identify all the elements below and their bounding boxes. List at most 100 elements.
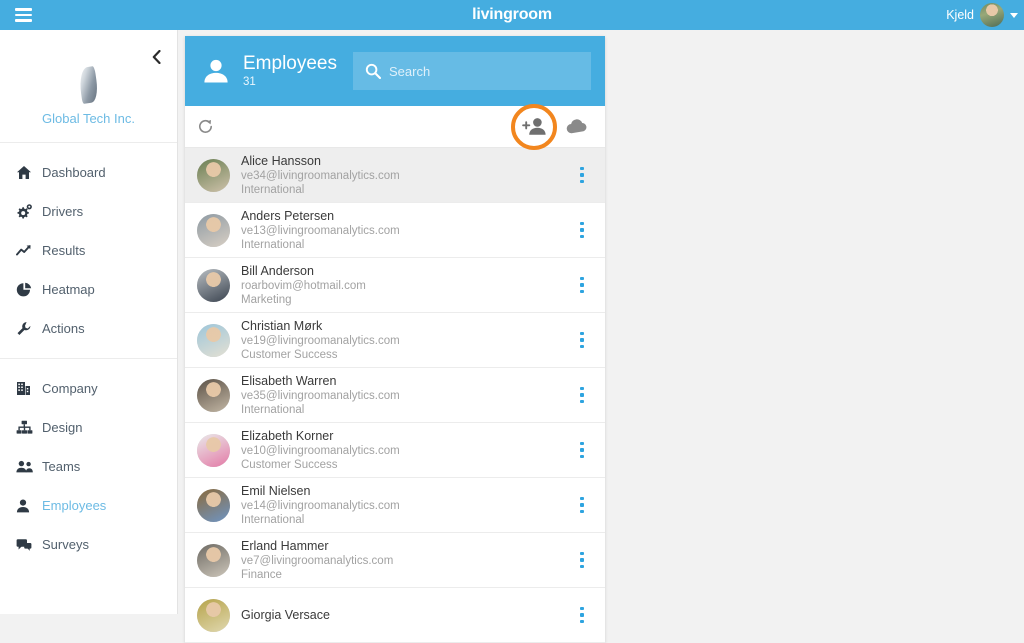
sidebar-item-dashboard[interactable]: Dashboard <box>0 153 177 192</box>
employee-department: Customer Success <box>241 348 338 361</box>
people-icon <box>16 460 42 473</box>
more-vertical-icon[interactable] <box>573 382 591 408</box>
sidebar-item-heatmap[interactable]: Heatmap <box>0 270 177 309</box>
employee-info: Elizabeth Korner ve10@livingroomanalytics… <box>241 429 573 472</box>
sidebar-item-label: Employees <box>42 498 107 513</box>
more-vertical-icon[interactable] <box>573 492 591 518</box>
sidebar-item-actions[interactable]: Actions <box>0 309 177 348</box>
table-row[interactable]: Elizabeth Korner ve10@livingroomanalytics… <box>185 423 605 478</box>
top-bar: livingroom Kjeld <box>0 0 1024 30</box>
building-icon <box>16 381 42 396</box>
employee-name: Giorgia Versace <box>241 607 330 622</box>
org-block: Global Tech Inc. <box>0 30 177 143</box>
chevron-down-icon[interactable] <box>1010 12 1018 18</box>
sidebar-item-surveys[interactable]: Surveys <box>0 525 177 564</box>
sidebar-item-teams[interactable]: Teams <box>0 447 177 486</box>
employee-name: Elisabeth Warren <box>241 373 337 388</box>
dot <box>580 276 584 281</box>
pie-chart-icon <box>16 282 42 298</box>
search-input[interactable]: Search <box>353 52 591 90</box>
sidebar-item-drivers[interactable]: Drivers <box>0 192 177 231</box>
employee-name: Erland Hammer <box>241 538 329 553</box>
dot <box>580 564 584 569</box>
sidebar-item-employees[interactable]: Employees <box>0 486 177 525</box>
more-vertical-icon[interactable] <box>573 217 591 243</box>
dot <box>580 283 584 287</box>
avatar <box>197 323 230 357</box>
user-menu[interactable]: Kjeld <box>946 0 1018 30</box>
avatar <box>197 268 230 302</box>
sidebar-item-label: Results <box>42 243 86 258</box>
more-vertical-icon[interactable] <box>573 437 591 463</box>
sidebar-item-label: Surveys <box>42 537 89 552</box>
avatar <box>197 598 230 632</box>
dot <box>580 393 584 397</box>
dot <box>580 441 584 446</box>
chevron-left-icon[interactable] <box>147 48 165 66</box>
employee-email: ve10@livingroomanalytics.com <box>241 444 400 457</box>
dot <box>580 344 584 349</box>
sidebar-item-results[interactable]: Results <box>0 231 177 270</box>
hamburger-line <box>14 8 32 11</box>
sidebar-item-company[interactable]: Company <box>0 369 177 408</box>
table-row[interactable]: Alice Hansson ve34@livingroomanalytics.co… <box>185 148 605 203</box>
dot <box>580 619 584 624</box>
avatar-image <box>197 433 230 467</box>
dot <box>580 234 584 239</box>
dot <box>580 228 584 232</box>
sidebar: Global Tech Inc. Dashboard Drivers Resul… <box>0 30 178 614</box>
table-row[interactable]: Elisabeth Warren ve35@livingroomanalytics… <box>185 368 605 423</box>
toolbar-left <box>197 118 214 135</box>
more-vertical-icon[interactable] <box>573 327 591 353</box>
person-icon <box>201 56 231 86</box>
employee-name: Bill Anderson <box>241 263 314 278</box>
sidebar-item-label: Design <box>42 420 83 435</box>
dot <box>580 503 584 507</box>
employee-email: roarbovim@hotmail.com <box>241 279 366 292</box>
dot <box>580 166 584 171</box>
sidebar-item-label: Heatmap <box>42 282 95 297</box>
more-vertical-icon[interactable] <box>573 272 591 298</box>
dot <box>580 551 584 556</box>
avatar-image <box>197 598 230 632</box>
dot <box>580 399 584 404</box>
toolbar-right <box>511 103 589 150</box>
more-vertical-icon[interactable] <box>573 602 591 628</box>
dot <box>580 496 584 501</box>
search-placeholder: Search <box>389 63 431 79</box>
dot <box>580 338 584 342</box>
refresh-icon[interactable] <box>197 118 214 135</box>
avatar <box>980 3 1004 27</box>
dot <box>580 289 584 294</box>
table-row[interactable]: Emil Nielsen ve14@livingroomanalytics.com… <box>185 478 605 533</box>
avatar <box>197 433 230 467</box>
wrench-icon <box>16 321 42 337</box>
avatar-image <box>197 543 230 577</box>
home-icon <box>16 165 42 180</box>
employee-info: Anders Petersen ve13@livingroomanalytics.… <box>241 209 573 252</box>
employee-info: Erland Hammer ve7@livingroomanalytics.com… <box>241 539 573 582</box>
panel-header: Employees 31 Search <box>185 36 605 106</box>
cloud-upload-icon[interactable] <box>566 118 589 135</box>
add-person-icon[interactable] <box>511 103 557 150</box>
table-row[interactable]: Christian Mørk ve19@livingroomanalytics.c… <box>185 313 605 368</box>
org-name-label: Global Tech Inc. <box>42 111 135 126</box>
table-row[interactable]: Anders Petersen ve13@livingroomanalytics.… <box>185 203 605 258</box>
sidebar-item-design[interactable]: Design <box>0 408 177 447</box>
more-vertical-icon[interactable] <box>573 547 591 573</box>
hamburger-icon[interactable] <box>0 0 46 30</box>
nav-group-secondary: Company Design Teams Employees Surveys <box>0 358 177 574</box>
more-vertical-icon[interactable] <box>573 162 591 188</box>
avatar <box>197 543 230 577</box>
dot <box>580 509 584 514</box>
employee-info: Christian Mørk ve19@livingroomanalytics.c… <box>241 319 573 362</box>
table-row[interactable]: Erland Hammer ve7@livingroomanalytics.com… <box>185 533 605 588</box>
table-row[interactable]: Giorgia Versace <box>185 588 605 643</box>
employee-info: Emil Nielsen ve14@livingroomanalytics.com… <box>241 484 573 527</box>
user-name-label: Kjeld <box>946 8 974 22</box>
panel-title-wrap: Employees 31 <box>243 53 353 89</box>
panel-toolbar <box>185 103 605 150</box>
employee-info: Bill Anderson roarbovim@hotmail.com Market… <box>241 264 573 307</box>
sidebar-item-label: Dashboard <box>42 165 106 180</box>
table-row[interactable]: Bill Anderson roarbovim@hotmail.com Market… <box>185 258 605 313</box>
